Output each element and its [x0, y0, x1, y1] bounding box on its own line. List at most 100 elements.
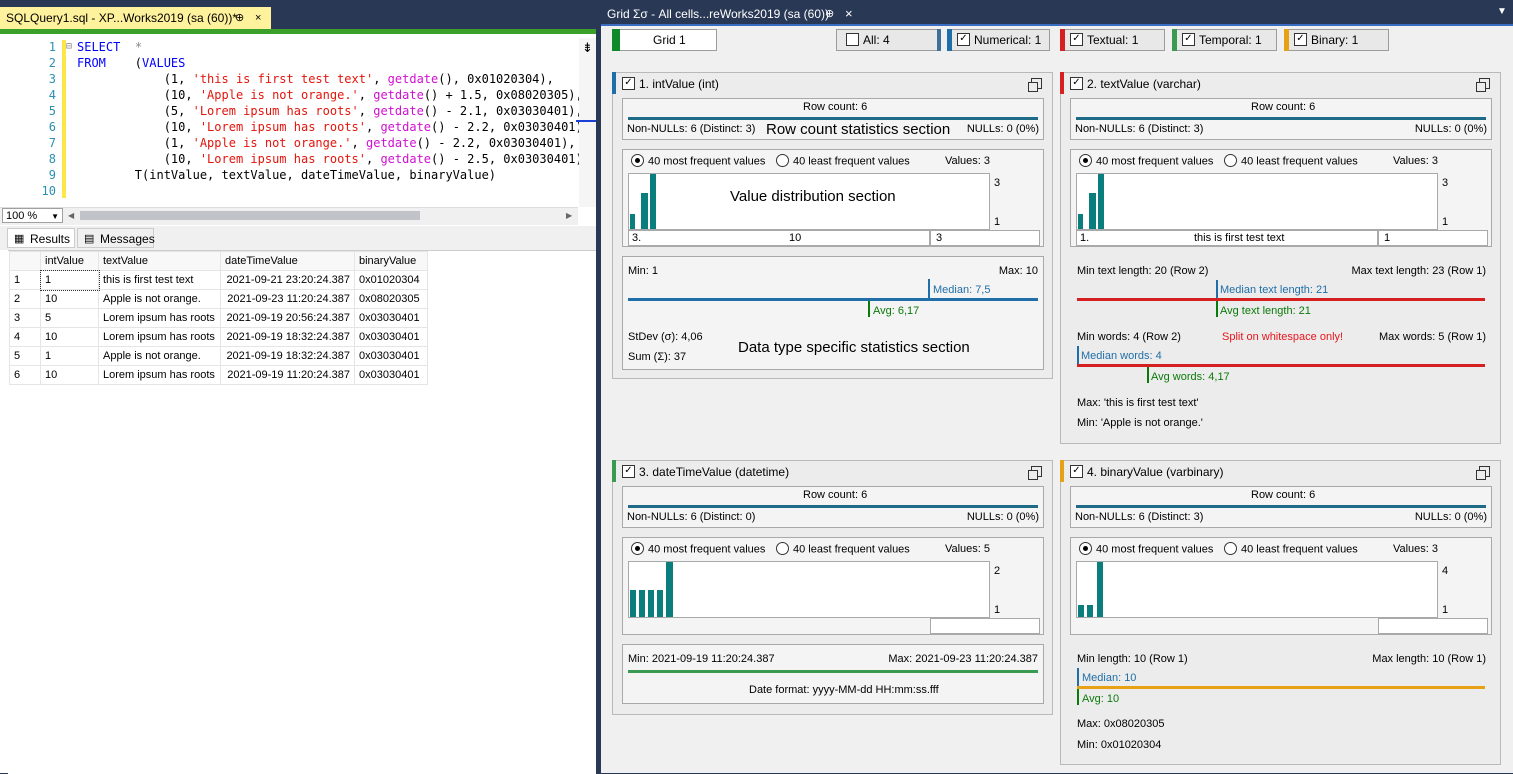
table-row[interactable]: 1 1 this is first test text 2021-09-21 23:2… [9, 269, 428, 291]
row-number[interactable]: 5 [9, 346, 41, 366]
table-cell[interactable]: 1 [39, 269, 100, 291]
close-icon[interactable]: × [845, 4, 853, 24]
checkbox-checked-icon[interactable]: ✓ [957, 33, 970, 47]
checkbox-icon[interactable] [846, 33, 859, 47]
collapse-icon[interactable]: ⊟ [66, 41, 72, 52]
table-cell[interactable]: Apple is not orange. [98, 346, 221, 366]
scroll-thumb[interactable] [80, 211, 420, 220]
column-header[interactable]: binaryValue [354, 251, 428, 271]
copy-icon[interactable] [1476, 78, 1490, 92]
table-cell[interactable]: 0x03030401 [354, 346, 428, 366]
filter-all[interactable]: All: 4 [836, 29, 941, 51]
left-document-tab[interactable]: SQLQuery1.sql - XP...Works2019 (sa (60))… [0, 7, 271, 29]
value-distribution-section: 40 most frequent values 40 least frequen… [1070, 537, 1492, 635]
table-cell[interactable]: 2021-09-19 18:32:24.387 [220, 327, 355, 347]
table-cell[interactable]: Apple is not orange. [98, 289, 221, 309]
table-cell[interactable]: 2021-09-19 11:20:24.387 [220, 365, 355, 385]
filter-numerical[interactable]: ✓ Numerical: 1 [947, 29, 1050, 51]
least-frequent-radio[interactable]: 40 least frequent values [1224, 542, 1358, 556]
radio-label: 40 least frequent values [793, 543, 910, 556]
table-cell[interactable]: 10 [40, 327, 99, 347]
table-row[interactable]: 5 1 Apple is not orange. 2021-09-19 18:32:2… [9, 346, 428, 366]
tab-results[interactable]: ▦ Results [7, 228, 75, 248]
most-frequent-radio[interactable]: 40 most frequent values [1079, 542, 1213, 556]
table-cell[interactable]: 2021-09-23 11:20:24.387 [220, 289, 355, 309]
filter-binary[interactable]: ✓ Binary: 1 [1284, 29, 1389, 51]
table-row[interactable]: 3 5 Lorem ipsum has roots 2021-09-19 20:56:… [9, 308, 428, 328]
checkbox-checked-icon[interactable]: ✓ [1070, 33, 1083, 47]
least-frequent-radio[interactable]: 40 least frequent values [1224, 154, 1358, 168]
right-document-tab[interactable]: Grid Σσ - All cells...reWorks2019 (sa (6… [601, 4, 861, 24]
panel-scrollbar[interactable] [1507, 26, 1513, 773]
least-frequent-radio[interactable]: 40 least frequent values [776, 542, 910, 556]
checkbox-checked-icon[interactable]: ✓ [1182, 33, 1195, 47]
table-cell[interactable]: 2021-09-21 23:20:24.387 [220, 270, 355, 290]
most-frequent-radio[interactable]: 40 most frequent values [1079, 154, 1213, 168]
radio-selected-icon[interactable] [1079, 542, 1092, 555]
sum-value: Sum (Σ): 37 [628, 351, 687, 363]
tab-dropdown-icon[interactable]: ▼ [1497, 6, 1507, 17]
radio-icon[interactable] [1224, 154, 1237, 167]
checkbox-checked-icon[interactable]: ✓ [1294, 33, 1307, 47]
column-header[interactable]: intValue [40, 251, 99, 271]
table-cell[interactable]: 0x01020304 [354, 270, 428, 290]
scroll-right-icon[interactable]: ▶ [566, 211, 572, 220]
pin-icon[interactable]: ⊕ [235, 7, 244, 29]
table-cell[interactable]: 0x08020305 [354, 289, 428, 309]
least-frequent-radio[interactable]: 40 least frequent values [776, 154, 910, 168]
column-header[interactable] [9, 251, 41, 271]
checkbox-checked-icon[interactable]: ✓ [622, 465, 635, 479]
panel-title-text: 3. dateTimeValue (datetime) [639, 465, 790, 479]
table-cell[interactable]: Lorem ipsum has roots [98, 308, 221, 328]
selected-value-count: 1 [1378, 230, 1488, 246]
radio-selected-icon[interactable] [1079, 154, 1092, 167]
table-cell[interactable]: 5 [40, 308, 99, 328]
grid-selector[interactable]: Grid 1 [612, 29, 717, 51]
most-frequent-radio[interactable]: 40 most frequent values [631, 542, 765, 556]
table-cell[interactable]: 10 [40, 365, 99, 385]
checkbox-checked-icon[interactable]: ✓ [622, 77, 635, 91]
radio-selected-icon[interactable] [631, 542, 644, 555]
table-cell[interactable]: 1 [40, 346, 99, 366]
selected-value-index: 3. 10 [628, 230, 930, 246]
close-icon[interactable]: × [255, 7, 261, 29]
row-number[interactable]: 3 [9, 308, 41, 328]
radio-icon[interactable] [776, 542, 789, 555]
grid-color-bar [612, 29, 620, 51]
table-cell[interactable]: 2021-09-19 18:32:24.387 [220, 346, 355, 366]
radio-selected-icon[interactable] [631, 154, 644, 167]
table-cell[interactable]: 10 [40, 289, 99, 309]
row-number[interactable]: 2 [9, 289, 41, 309]
row-number[interactable]: 1 [9, 270, 41, 290]
row-number[interactable]: 6 [9, 365, 41, 385]
table-cell[interactable]: Lorem ipsum has roots [98, 327, 221, 347]
table-cell[interactable]: Lorem ipsum has roots [98, 365, 221, 385]
copy-icon[interactable] [1028, 78, 1042, 92]
copy-icon[interactable] [1028, 466, 1042, 480]
vertical-scrollbar[interactable]: ⇟ [576, 38, 596, 207]
split-icon[interactable]: ⇟ [582, 40, 593, 56]
filter-textual[interactable]: ✓ Textual: 1 [1060, 29, 1165, 51]
table-cell[interactable]: 0x03030401 [354, 308, 428, 328]
most-frequent-radio[interactable]: 40 most frequent values [631, 154, 765, 168]
table-row[interactable]: 4 10 Lorem ipsum has roots 2021-09-19 18:32… [9, 327, 428, 347]
table-cell[interactable]: 2021-09-19 20:56:24.387 [220, 308, 355, 328]
column-header[interactable]: dateTimeValue [220, 251, 355, 271]
pin-icon[interactable]: ⊕ [825, 4, 834, 24]
table-row[interactable]: 6 10 Lorem ipsum has roots 2021-09-19 11:20… [9, 365, 428, 385]
table-row[interactable]: 2 10 Apple is not orange. 2021-09-23 11:20:… [9, 289, 428, 309]
checkbox-checked-icon[interactable]: ✓ [1070, 465, 1083, 479]
column-header[interactable]: textValue [98, 251, 221, 271]
row-number[interactable]: 4 [9, 327, 41, 347]
checkbox-checked-icon[interactable]: ✓ [1070, 77, 1083, 91]
table-cell[interactable]: this is first test text [98, 270, 221, 290]
filter-temporal[interactable]: ✓ Temporal: 1 [1172, 29, 1277, 51]
radio-icon[interactable] [1224, 542, 1237, 555]
table-cell[interactable]: 0x03030401 [354, 327, 428, 347]
radio-icon[interactable] [776, 154, 789, 167]
zoom-select[interactable]: 100 % ▼ [2, 208, 63, 223]
table-cell[interactable]: 0x03030401 [354, 365, 428, 385]
scroll-left-icon[interactable]: ◀ [68, 211, 74, 220]
copy-icon[interactable] [1476, 466, 1490, 480]
tab-messages[interactable]: ▤ Messages [77, 228, 155, 248]
